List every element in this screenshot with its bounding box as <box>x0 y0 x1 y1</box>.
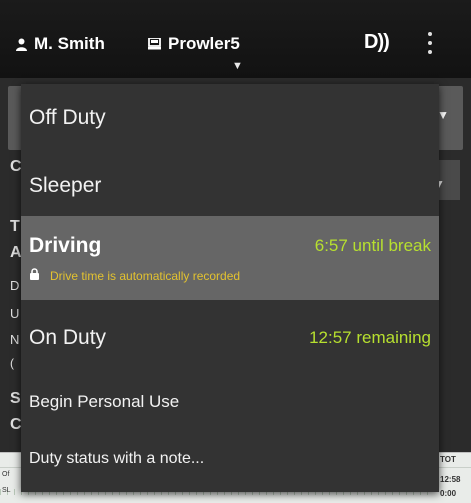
truck-icon <box>148 38 161 50</box>
graph-row-label: SL <box>2 487 11 494</box>
bg-text: C <box>10 416 22 433</box>
duty-status-menu: Off Duty Sleeper Driving 6:57 until brea… <box>21 84 439 492</box>
menu-item-off-duty[interactable]: Off Duty <box>21 84 439 154</box>
menu-item-duty-status-note[interactable]: Duty status with a note... <box>21 436 439 492</box>
tot-value: 12:58 <box>440 475 461 484</box>
bg-text: T <box>10 218 20 235</box>
vehicle-name: Prowler5 <box>168 34 240 53</box>
menu-item-label: Begin Personal Use <box>29 392 180 411</box>
caret-down-icon[interactable]: ▼ <box>232 60 243 72</box>
graph-row-label: Of <box>2 471 10 478</box>
menu-item-label: Duty status with a note... <box>29 450 205 467</box>
kebab-menu-icon[interactable] <box>428 32 434 56</box>
beacon-icon[interactable]: D)) <box>364 31 390 54</box>
bg-text: S <box>10 390 21 407</box>
driving-time-status: 6:57 until break <box>314 236 431 255</box>
bg-text: N <box>10 332 20 347</box>
bg-text: C <box>10 158 22 175</box>
bg-text: D <box>10 278 20 293</box>
menu-item-driving[interactable]: Driving 6:57 until break Drive time is a… <box>21 216 439 300</box>
menu-item-label: Off Duty <box>29 106 106 129</box>
drive-note-text: Drive time is automatically recorded <box>50 268 241 283</box>
drive-note: Drive time is automatically recorded <box>29 268 240 283</box>
user-selector[interactable]: M. Smith <box>16 34 105 54</box>
menu-item-on-duty[interactable]: On Duty 12:57 remaining <box>21 300 439 378</box>
menu-item-label: On Duty <box>29 326 107 349</box>
menu-item-label: Sleeper <box>29 174 102 197</box>
user-name: M. Smith <box>34 34 105 53</box>
bg-text: A <box>10 244 22 261</box>
tot-value: 0:00 <box>440 489 457 498</box>
vehicle-selector[interactable]: Prowler5 <box>148 34 240 54</box>
person-icon <box>16 38 27 51</box>
lock-icon <box>29 268 40 283</box>
bg-text: U <box>10 306 20 321</box>
tot-label: TOT <box>440 455 456 464</box>
menu-item-sleeper[interactable]: Sleeper <box>21 154 439 216</box>
bg-text: ( <box>10 356 14 370</box>
menu-item-begin-personal-use[interactable]: Begin Personal Use <box>21 378 439 436</box>
top-app-bar: M. Smith Prowler5 ▼ D)) <box>0 0 471 78</box>
menu-item-label: Driving <box>29 234 102 257</box>
on-duty-time-status: 12:57 remaining <box>309 328 431 347</box>
